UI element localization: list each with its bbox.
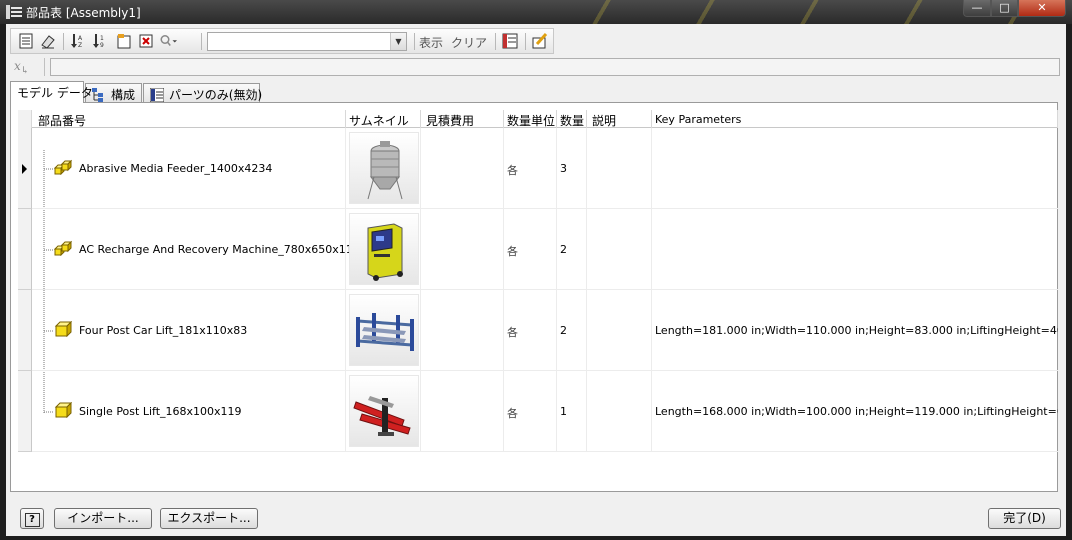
toolbar: AZ 19 ▼ 表示 クリア: [10, 28, 554, 54]
feeder-thumbnail: [349, 132, 419, 204]
qty[interactable]: 3: [560, 162, 567, 175]
window-title: 部品表 [Assembly1]: [26, 6, 141, 20]
view-rep-select[interactable]: ▼: [207, 32, 407, 51]
chevron-down-icon[interactable]: ▼: [390, 33, 406, 50]
bom-grid: 部品番号 サムネイル 見積費用 数量単位 数量 説明 Key Parameter…: [18, 110, 1058, 480]
table-row[interactable]: Four Post Car Lift_181x110x83 各 2 Length…: [18, 290, 1058, 371]
table-row[interactable]: AC Recharge And Recovery Machine_780x650…: [18, 209, 1058, 290]
minimize-button[interactable]: —: [963, 0, 991, 17]
tab-structured[interactable]: 構成: [85, 83, 142, 103]
row-selector[interactable]: [18, 371, 32, 452]
svg-text:9: 9: [100, 42, 104, 49]
add-custom-part-icon[interactable]: [115, 32, 135, 50]
col-estimated-cost[interactable]: 見積費用: [421, 110, 504, 128]
bom-grid-frame: 部品番号 サムネイル 見積費用 数量単位 数量 説明 Key Parameter…: [10, 102, 1058, 492]
table-row[interactable]: Abrasive Media Feeder_1400x4234 各 3: [18, 128, 1058, 209]
unit-qty[interactable]: 各: [507, 243, 518, 259]
formula-bar: x↳: [10, 56, 1062, 78]
description-cell[interactable]: [587, 371, 652, 452]
svg-text:A: A: [78, 35, 83, 42]
qty[interactable]: 2: [560, 243, 567, 256]
description-cell[interactable]: [587, 209, 652, 290]
help-icon: ?: [24, 513, 40, 527]
description-cell[interactable]: [587, 290, 652, 371]
subassembly-icon: [54, 240, 72, 256]
key-parameters[interactable]: Length=168.000 in;Width=100.000 in;Heigh…: [655, 405, 1058, 418]
remove-custom-part-icon[interactable]: [137, 32, 157, 50]
svg-text:1: 1: [100, 35, 104, 42]
table-row[interactable]: Single Post Lift_168x100x119 各 1 Length=…: [18, 371, 1058, 452]
zoom-dropdown-icon[interactable]: [159, 32, 179, 50]
view-tabs: モデル データ 構成 パーツのみ(無効): [10, 81, 610, 103]
single-post-lift-thumbnail: [349, 375, 419, 447]
qty[interactable]: 2: [560, 324, 567, 337]
col-thumbnail[interactable]: サムネイル: [346, 110, 421, 128]
help-button[interactable]: ?: [20, 508, 44, 529]
part-number[interactable]: Abrasive Media Feeder_1400x4234: [79, 162, 272, 175]
bom-properties-icon[interactable]: [17, 32, 37, 50]
choose-columns-icon[interactable]: [501, 32, 521, 50]
col-qty[interactable]: 数量: [557, 110, 587, 128]
estimated-cost-cell[interactable]: [421, 128, 504, 209]
row-selector[interactable]: [18, 128, 32, 209]
bom-app-icon: [6, 5, 22, 19]
part-icon: [54, 321, 72, 337]
four-post-lift-thumbnail: [349, 294, 419, 366]
row-selector[interactable]: [18, 290, 32, 371]
qty[interactable]: 1: [560, 405, 567, 418]
grid-header: 部品番号 サムネイル 見積費用 数量単位 数量 説明 Key Parameter…: [18, 110, 1058, 128]
renumber-icon[interactable]: 19: [91, 32, 111, 50]
eraser-icon[interactable]: [39, 32, 59, 50]
col-unit-qty[interactable]: 数量単位: [504, 110, 557, 128]
dialog-client: AZ 19 ▼ 表示 クリア x↳ モデル データ 構成 パーツのみ(無効) 部…: [6, 24, 1066, 536]
estimated-cost-cell[interactable]: [421, 371, 504, 452]
sort-icon[interactable]: AZ: [69, 32, 89, 50]
done-button[interactable]: 完了(D): [988, 508, 1061, 529]
structure-icon: [92, 88, 103, 102]
close-button[interactable]: ✕: [1018, 0, 1066, 17]
unit-qty[interactable]: 各: [507, 405, 518, 421]
parts-list-icon: [150, 88, 164, 102]
current-row-arrow-icon: [22, 164, 27, 174]
import-button[interactable]: インポート...: [54, 508, 152, 529]
estimated-cost-cell[interactable]: [421, 209, 504, 290]
fx-icon: x↳: [14, 59, 30, 77]
clear-button[interactable]: クリア: [451, 34, 487, 51]
edit-column-icon[interactable]: [531, 32, 551, 50]
tab-parts-only[interactable]: パーツのみ(無効): [143, 83, 262, 103]
title-bar: 部品表 [Assembly1] — □ ✕: [0, 0, 1072, 24]
subassembly-icon: [54, 159, 72, 175]
estimated-cost-cell[interactable]: [421, 290, 504, 371]
part-number[interactable]: Single Post Lift_168x100x119: [79, 405, 242, 418]
export-button[interactable]: エクスポート...: [160, 508, 258, 529]
unit-qty[interactable]: 各: [507, 162, 518, 178]
col-description[interactable]: 説明: [587, 110, 652, 128]
part-icon: [54, 402, 72, 418]
unit-qty[interactable]: 各: [507, 324, 518, 340]
col-key-parameters[interactable]: Key Parameters: [652, 110, 1058, 128]
tab-model-data[interactable]: モデル データ: [10, 81, 93, 103]
show-label[interactable]: 表示: [419, 34, 443, 51]
part-number[interactable]: AC Recharge And Recovery Machine_780x650…: [79, 243, 367, 256]
key-parameters[interactable]: Length=181.000 in;Width=110.000 in;Heigh…: [655, 324, 1058, 337]
maximize-button[interactable]: □: [991, 0, 1018, 17]
part-number[interactable]: Four Post Car Lift_181x110x83: [79, 324, 247, 337]
formula-input[interactable]: [50, 58, 1060, 76]
row-selector[interactable]: [18, 209, 32, 290]
svg-text:Z: Z: [78, 42, 82, 49]
description-cell[interactable]: [587, 128, 652, 209]
ac-machine-thumbnail: [349, 213, 419, 285]
col-part-number[interactable]: 部品番号: [32, 110, 346, 128]
